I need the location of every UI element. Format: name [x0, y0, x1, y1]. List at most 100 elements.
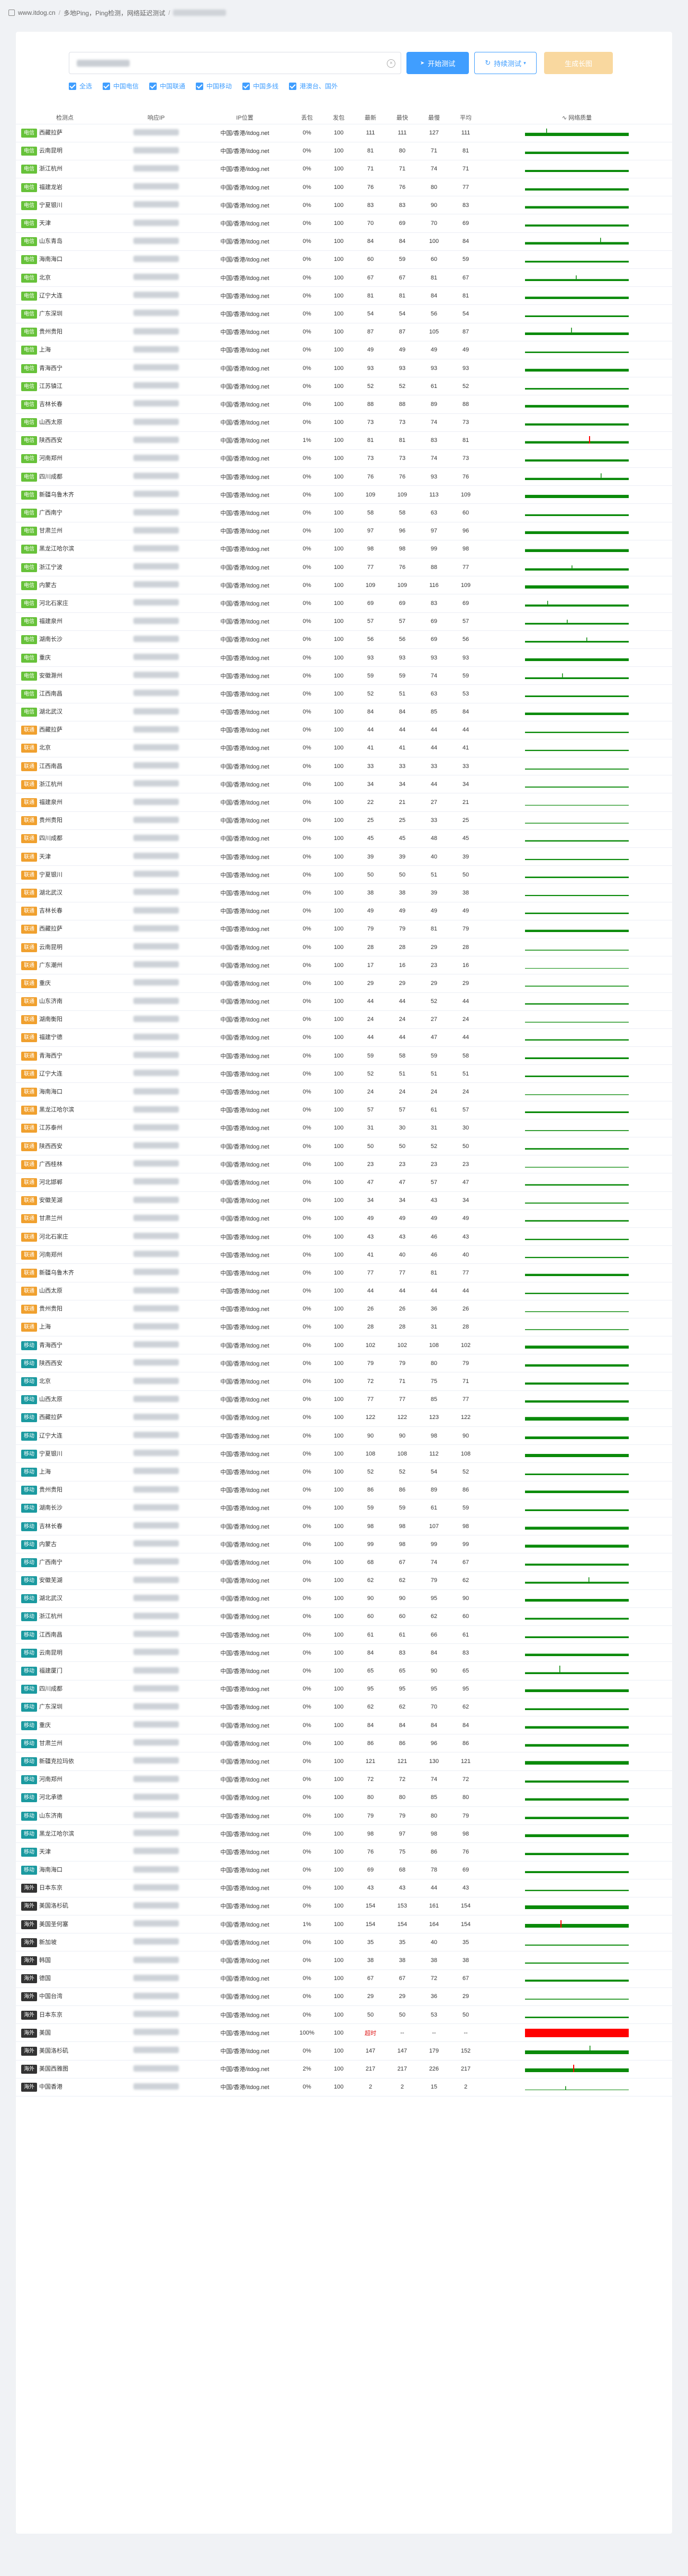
col-loss[interactable]: 丢包	[291, 111, 323, 124]
cell-ip	[114, 1481, 198, 1499]
cell-loss: 0%	[291, 920, 323, 938]
col-sent[interactable]: 发包	[323, 111, 355, 124]
table-row: 海外 德国 中国/香港/itdog.net 0% 100 67 67 72 67	[16, 1969, 672, 1988]
cell-avg: 16	[450, 956, 482, 975]
ip-redacted	[133, 563, 179, 570]
cell-last: 93	[355, 359, 386, 378]
cell-quality	[482, 1227, 672, 1246]
cell-quality	[482, 1137, 672, 1156]
cell-sent: 100	[323, 1589, 355, 1608]
cell-last: 90	[355, 1589, 386, 1608]
cell-avg: 77	[450, 558, 482, 577]
start-test-button[interactable]: ➤ 开始测试	[406, 52, 469, 74]
table-row: 海外 日本东京 中国/香港/itdog.net 0% 100 50 50 53 50	[16, 2005, 672, 2024]
table-row: 电信 吉林长春 中国/香港/itdog.net 0% 100 88 88 89 88	[16, 395, 672, 414]
isp-badge: 电信	[21, 581, 37, 590]
filter-overseas[interactable]: 港澳台、国外	[289, 82, 338, 91]
latency-line	[525, 1544, 629, 1548]
cell-avg: 59	[450, 1499, 482, 1517]
cell-sent: 100	[323, 920, 355, 938]
cell-loss: 0%	[291, 775, 323, 794]
city-label: 重庆	[39, 1722, 51, 1729]
city-label: 日本东京	[39, 1885, 62, 1892]
checkbox-checked-icon[interactable]	[289, 82, 297, 90]
cell-max: 49	[418, 341, 450, 359]
col-ip[interactable]: 响应IP	[114, 111, 198, 124]
checkbox-checked-icon[interactable]	[242, 82, 250, 90]
city-label: 湖北武汉	[39, 709, 62, 716]
col-ip-location[interactable]: IP位置	[198, 111, 291, 124]
search-input[interactable]: ×	[69, 52, 401, 74]
isp-badge: 联通	[21, 798, 37, 808]
filter-telecom[interactable]: 中国电信	[103, 82, 139, 91]
quality-sparkline	[525, 1653, 629, 1656]
filter-mobile[interactable]: 中国移动	[196, 82, 232, 91]
cell-ip	[114, 920, 198, 938]
cell-max: 15	[418, 2078, 450, 2096]
col-avg[interactable]: 平均	[450, 111, 482, 124]
cell-quality	[482, 395, 672, 414]
city-label: 山东青岛	[39, 238, 62, 245]
cell-ip-location: 中国/香港/itdog.net	[198, 1915, 291, 1934]
generate-image-button[interactable]: 生成长图	[544, 52, 613, 74]
clear-icon[interactable]: ×	[387, 59, 395, 68]
checkbox-checked-icon[interactable]	[69, 82, 76, 90]
cell-min: 77	[386, 1263, 418, 1282]
table-row: 移动 宁夏银川 中国/香港/itdog.net 0% 100 108 108 112 108	[16, 1444, 672, 1463]
col-max[interactable]: 最慢	[418, 111, 450, 124]
checkbox-checked-icon[interactable]	[196, 82, 204, 90]
cell-sent: 100	[323, 1643, 355, 1662]
cell-ip-location: 中国/香港/itdog.net	[198, 1137, 291, 1156]
cell-quality	[482, 2005, 672, 2024]
col-last[interactable]: 最新	[355, 111, 386, 124]
start-test-label: 开始测试	[428, 59, 456, 68]
city-label: 福建宁德	[39, 1034, 62, 1041]
cell-location: 移动 云南昆明	[16, 1643, 114, 1662]
cell-avg: 45	[450, 829, 482, 848]
cell-loss: 0%	[291, 1191, 323, 1210]
cell-ip	[114, 1842, 198, 1861]
home-icon[interactable]	[8, 10, 15, 16]
cell-ip-location: 中国/香港/itdog.net	[198, 250, 291, 269]
quality-sparkline	[525, 1666, 629, 1675]
cell-loss: 1%	[291, 431, 323, 450]
cell-quality	[482, 1064, 672, 1083]
col-quality[interactable]: ∿ 网络质量	[482, 111, 672, 124]
isp-badge: 海外	[21, 2028, 37, 2038]
cell-quality	[482, 721, 672, 739]
latency-line	[525, 494, 629, 498]
col-min[interactable]: 最快	[386, 111, 418, 124]
continuous-test-button[interactable]: ↻ 持续测试 ▾	[474, 52, 537, 74]
cell-ip	[114, 666, 198, 685]
table-row: 电信 贵州贵阳 中国/香港/itdog.net 0% 100 87 87 105 87	[16, 323, 672, 341]
table-row: 海外 韩国 中国/香港/itdog.net 0% 100 38 38 38 38	[16, 1951, 672, 1970]
table-row: 电信 辽宁大连 中国/香港/itdog.net 0% 100 81 81 84 81	[16, 286, 672, 305]
cell-location: 联通 河北石家庄	[16, 1227, 114, 1246]
isp-badge: 海外	[21, 1974, 37, 1984]
cell-location: 移动 天津	[16, 1842, 114, 1861]
col-location[interactable]: 检测点	[16, 111, 114, 124]
cell-min: 43	[386, 1879, 418, 1897]
cell-ip-location: 中国/香港/itdog.net	[198, 576, 291, 595]
filter-all[interactable]: 全选	[69, 82, 92, 91]
filter-unicom[interactable]: 中国联通	[149, 82, 185, 91]
latency-line	[525, 477, 629, 480]
cell-max: 66	[418, 1625, 450, 1644]
checkbox-checked-icon[interactable]	[149, 82, 157, 90]
isp-badge: 联通	[21, 780, 37, 789]
cell-quality	[482, 467, 672, 486]
cell-quality	[482, 413, 672, 432]
cell-max: 83	[418, 431, 450, 450]
cell-ip-location: 中国/香港/itdog.net	[198, 684, 291, 703]
cell-min: 93	[386, 648, 418, 667]
checkbox-checked-icon[interactable]	[103, 82, 111, 90]
cell-ip-location: 中国/香港/itdog.net	[198, 1499, 291, 1517]
breadcrumb-page[interactable]: 多地Ping，Ping检测，网络延迟测试	[64, 8, 165, 17]
breadcrumb-site[interactable]: www.itdog.cn	[18, 9, 56, 16]
cell-ip-location: 中国/香港/itdog.net	[198, 721, 291, 739]
filter-multiline[interactable]: 中国多线	[242, 82, 278, 91]
cell-last: 49	[355, 1209, 386, 1228]
cell-max: 31	[418, 1119, 450, 1138]
quality-sparkline	[525, 986, 629, 987]
cell-min: 57	[386, 1101, 418, 1119]
